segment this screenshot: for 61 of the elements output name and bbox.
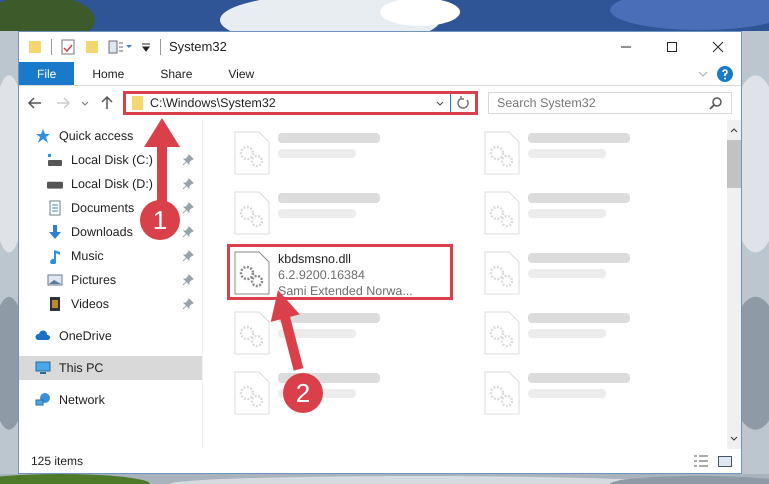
gear-file-icon — [484, 251, 520, 295]
star-icon — [35, 128, 51, 144]
sidebar-item[interactable]: Videos — [19, 292, 113, 316]
refresh-icon[interactable] — [455, 95, 471, 111]
sidebar-item[interactable]: Quick access — [19, 124, 202, 148]
gear-file-icon — [234, 371, 270, 415]
sidebar-item[interactable]: Downloads — [19, 220, 137, 244]
pin-icon[interactable] — [182, 154, 194, 166]
search-input[interactable]: Search System32 — [497, 94, 709, 112]
sidebar-item[interactable]: OneDrive — [19, 324, 202, 348]
gear-file-icon — [484, 311, 520, 355]
search-icon[interactable] — [709, 96, 723, 110]
sidebar-item[interactable]: Documents — [19, 196, 138, 220]
address-text: C:\Windows\System32 — [150, 94, 276, 112]
back-arrow-icon[interactable] — [27, 95, 43, 111]
customize-caret-icon[interactable] — [140, 41, 152, 53]
gear-file-icon — [484, 131, 520, 175]
view-menu-icon[interactable] — [108, 39, 132, 55]
ribbon-tab[interactable]: Home — [74, 62, 142, 85]
up-arrow-icon[interactable] — [99, 95, 115, 111]
file-item[interactable]: kbdsmsno.dll 6.2.9200.16384 Sami Extended Norwa... — [227, 244, 453, 300]
sidebar-item[interactable]: Music — [19, 244, 108, 268]
pin-icon[interactable] — [182, 202, 194, 214]
ribbon-tab[interactable]: View — [210, 62, 272, 85]
scrollbar[interactable] — [727, 120, 741, 449]
sidebar-item[interactable]: Local Disk (D:) — [19, 172, 157, 196]
gear-file-icon — [234, 251, 270, 295]
pin-icon[interactable] — [182, 178, 194, 190]
film-icon — [47, 296, 63, 312]
folder-icon — [130, 95, 146, 111]
properties-icon[interactable] — [60, 39, 76, 55]
address-field[interactable]: C:\Windows\System32 — [123, 91, 478, 115]
drive-icon — [47, 152, 63, 168]
window-title: System32 — [169, 38, 227, 56]
gear-file-icon — [234, 131, 270, 175]
details-view-icon[interactable] — [693, 453, 709, 469]
pin-icon[interactable] — [182, 298, 194, 310]
item-count: 125 items — [31, 453, 84, 470]
network-icon — [35, 392, 51, 408]
large-icons-view-icon[interactable] — [717, 453, 733, 469]
download-icon — [47, 224, 63, 240]
gear-file-icon — [484, 191, 520, 235]
sidebar-item[interactable]: Pictures — [19, 268, 120, 292]
sidebar-item[interactable]: This PC — [19, 356, 202, 380]
pin-icon[interactable] — [182, 274, 194, 286]
pin-icon[interactable] — [182, 226, 194, 238]
ribbon-tab[interactable]: File — [19, 62, 74, 85]
document-icon — [47, 200, 63, 216]
pin-icon[interactable] — [182, 250, 194, 262]
sidebar-item[interactable]: Local Disk (C:) — [19, 148, 157, 172]
monitor-icon — [35, 360, 51, 376]
pictures-icon — [47, 272, 63, 288]
music-note-icon — [47, 248, 63, 264]
search-field[interactable]: Search System32 — [488, 92, 732, 114]
ribbon-tab[interactable]: Share — [142, 62, 210, 85]
gear-file-icon — [484, 371, 520, 415]
help-icon[interactable] — [717, 66, 733, 82]
sidebar-item[interactable]: Network — [19, 388, 202, 412]
scroll-thumb[interactable] — [727, 140, 741, 188]
gear-file-icon — [234, 311, 270, 355]
gear-file-icon — [234, 191, 270, 235]
